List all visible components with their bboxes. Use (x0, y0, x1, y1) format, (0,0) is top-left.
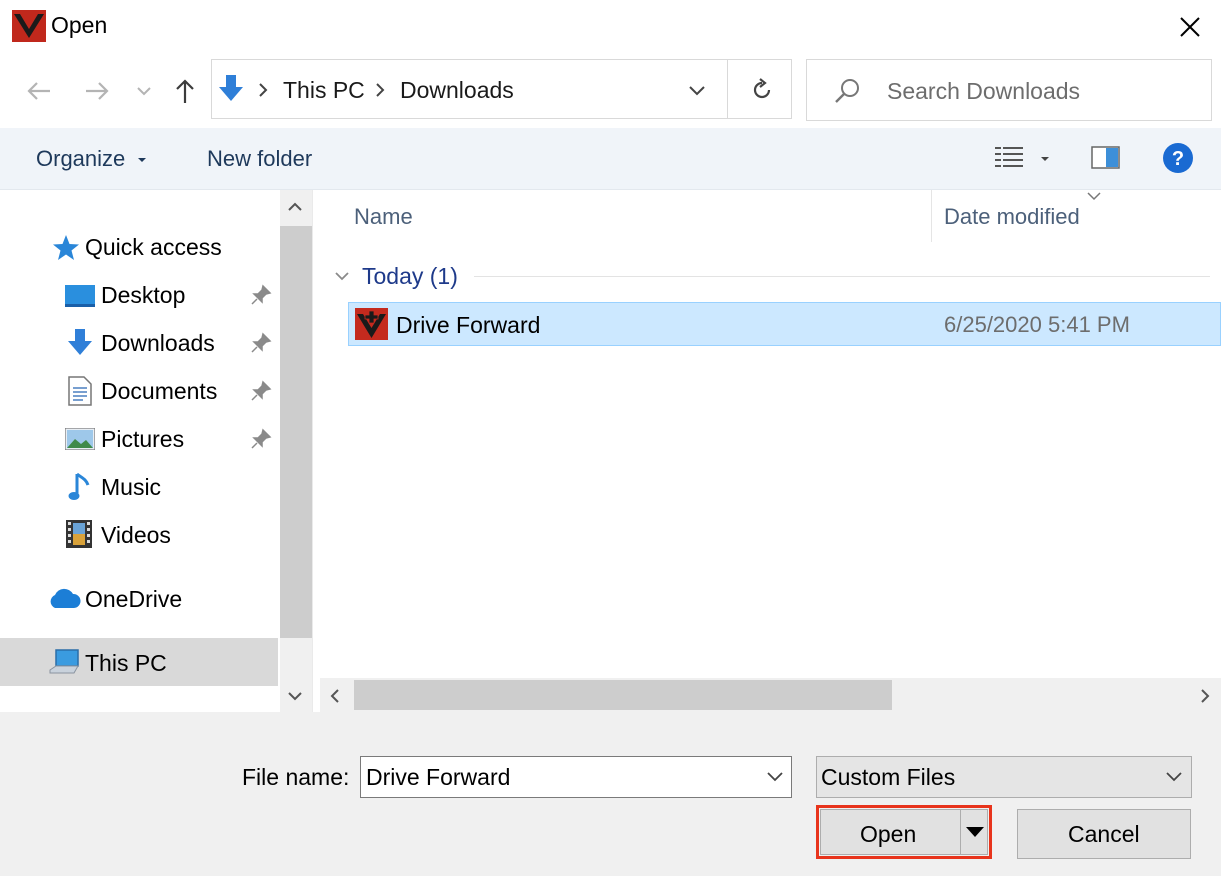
details-view-icon (995, 147, 1023, 167)
column-header-name[interactable]: Name (354, 204, 413, 230)
scroll-down-arrow[interactable] (287, 689, 303, 707)
pin-icon[interactable] (250, 332, 272, 359)
change-view-button[interactable] (994, 145, 1024, 171)
sidebar-item-quick-access[interactable]: Quick access (85, 234, 222, 261)
app-logo-icon (12, 10, 46, 42)
scroll-right-arrow[interactable] (1199, 688, 1211, 709)
videos-icon (66, 520, 92, 553)
address-divider (727, 59, 728, 119)
back-button[interactable] (22, 74, 56, 108)
address-dropdown-button[interactable] (684, 80, 710, 102)
preview-pane-icon (1091, 146, 1120, 169)
window-title: Open (51, 12, 108, 38)
recent-locations-button[interactable] (128, 74, 160, 108)
help-button[interactable]: ? (1162, 142, 1194, 174)
chevron-down-icon (288, 692, 302, 701)
documents-icon (68, 376, 92, 411)
close-button[interactable] (1170, 8, 1210, 46)
chevron-down-icon (1166, 772, 1182, 782)
refresh-button[interactable] (744, 72, 780, 108)
arrow-left-icon (27, 82, 50, 100)
onedrive-icon (47, 587, 81, 614)
group-collapse-chevron[interactable] (334, 269, 350, 287)
file-name-label: File name: (242, 764, 350, 790)
arrow-right-icon (86, 82, 109, 100)
help-icon: ? (1163, 143, 1193, 173)
sidebar-item-pictures[interactable]: Pictures (101, 426, 184, 453)
pin-icon[interactable] (250, 428, 272, 455)
pin-icon[interactable] (250, 284, 272, 311)
sidebar-scroll-thumb[interactable] (280, 226, 312, 638)
breadcrumb-separator-icon (374, 82, 386, 103)
sidebar-item-onedrive[interactable]: OneDrive (85, 586, 182, 613)
refresh-icon (753, 78, 771, 99)
new-folder-button[interactable]: New folder (207, 146, 312, 172)
file-name: Drive Forward (396, 312, 541, 338)
pin-icon[interactable] (250, 380, 272, 407)
horizontal-scroll-thumb[interactable] (354, 680, 892, 710)
sort-indicator-icon (1086, 188, 1102, 206)
downloads-folder-icon (217, 75, 245, 108)
search-placeholder: Search Downloads (887, 78, 1081, 104)
desktop-icon (65, 285, 95, 312)
preview-pane-button[interactable] (1091, 145, 1121, 171)
group-header-today[interactable]: Today (1) (362, 263, 458, 290)
column-divider[interactable] (931, 190, 932, 242)
group-divider (474, 276, 1210, 277)
scroll-left-arrow[interactable] (329, 688, 341, 709)
organize-button[interactable]: Organize (36, 146, 147, 172)
star-icon (52, 234, 80, 267)
downloads-icon (66, 329, 94, 362)
sidebar-item-videos[interactable]: Videos (101, 522, 171, 549)
music-icon (68, 472, 92, 507)
sidebar-item-music[interactable]: Music (101, 474, 161, 501)
sidebar-item-desktop[interactable]: Desktop (101, 282, 185, 309)
breadcrumb-separator-icon (257, 82, 269, 103)
svg-text:?: ? (1172, 148, 1184, 170)
view-options-dropdown[interactable] (1038, 152, 1052, 164)
scroll-up-arrow[interactable] (287, 200, 303, 218)
chevron-down-icon (689, 86, 705, 96)
pictures-icon (64, 427, 96, 455)
file-name-dropdown-button[interactable] (766, 770, 784, 788)
organize-label: Organize (36, 146, 126, 171)
close-icon (1180, 17, 1200, 37)
chevron-down-icon (335, 272, 349, 281)
drive-forward-app-icon (355, 308, 388, 345)
sidebar-item-this-pc[interactable]: This PC (85, 650, 167, 677)
caret-down-icon (1041, 157, 1049, 161)
chevron-up-icon (288, 202, 302, 211)
pane-splitter[interactable] (312, 190, 320, 712)
open-button-highlight (816, 805, 992, 859)
file-type-dropdown-arrow (1165, 770, 1183, 788)
file-name-value: Drive Forward (366, 764, 511, 790)
computer-icon (48, 648, 80, 681)
forward-button[interactable] (80, 74, 114, 108)
title-bar (0, 0, 1221, 54)
search-icon (833, 77, 861, 110)
cancel-button-label: Cancel (1068, 821, 1140, 847)
sidebar-item-documents[interactable]: Documents (101, 378, 217, 405)
sidebar-item-downloads[interactable]: Downloads (101, 330, 215, 357)
arrow-up-icon (176, 79, 194, 103)
chevron-down-icon (767, 772, 783, 782)
file-date-modified: 6/25/2020 5:41 PM (944, 312, 1130, 337)
chevron-right-icon (1201, 689, 1210, 703)
breadcrumb-downloads[interactable]: Downloads (400, 77, 514, 104)
chevron-left-icon (330, 689, 339, 703)
chevron-down-icon (137, 87, 151, 96)
breadcrumb-this-pc[interactable]: This PC (283, 77, 365, 104)
column-header-date-modified[interactable]: Date modified (944, 204, 1080, 230)
file-type-value: Custom Files (821, 764, 956, 790)
caret-down-icon (138, 158, 147, 163)
up-button[interactable] (168, 74, 202, 108)
